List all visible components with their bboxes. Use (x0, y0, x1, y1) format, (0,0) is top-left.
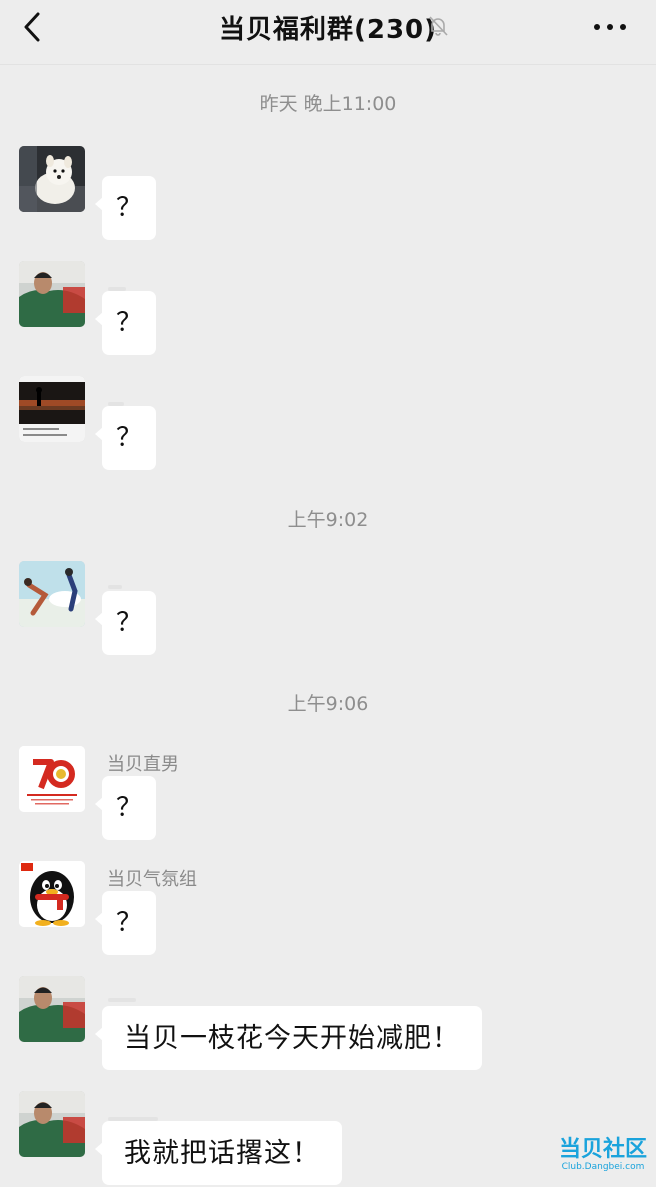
bell-off-icon (429, 16, 448, 36)
watermark-url: Club.Dangbei.com (561, 1162, 645, 1172)
anniversary-70-logo-image (19, 746, 85, 812)
timestamp: 昨天 晚上11:00 (259, 93, 397, 115)
hidden-sender-name (108, 585, 122, 589)
man-green-jacket-avatar-image (19, 1091, 85, 1157)
avatar[interactable] (19, 976, 85, 1042)
message-bubble[interactable]: ？ (95, 891, 156, 955)
chat-title: 当贝福利群(230) (218, 15, 438, 45)
sender-name: 当贝气氛组 (107, 869, 197, 890)
avatar[interactable] (19, 261, 85, 327)
more-dots-icon (594, 24, 626, 30)
message-bubble[interactable]: ？ (95, 176, 156, 240)
avatar[interactable] (19, 376, 85, 442)
timestamp: 上午9:06 (287, 693, 369, 715)
man-green-jacket-avatar-image (19, 976, 85, 1042)
hidden-sender-name (108, 998, 136, 1002)
avatar[interactable] (19, 1091, 85, 1157)
message-bubble[interactable]: ？ (95, 591, 156, 655)
avatar[interactable] (19, 561, 85, 627)
message-bubble[interactable]: ？ (95, 776, 156, 840)
man-green-jacket-avatar-image (19, 261, 85, 327)
sunset-silhouette-avatar-image (19, 376, 85, 442)
message-bubble[interactable]: ？ (95, 291, 156, 355)
dog-photo-avatar-image (19, 146, 85, 212)
more-options-button[interactable] (588, 10, 632, 44)
chat-header: 当贝福利群(230) (0, 0, 656, 65)
qq-penguin-avatar-image (19, 861, 85, 927)
message-bubble[interactable]: ？ (95, 406, 156, 470)
avatar[interactable] (19, 146, 85, 212)
avatar[interactable] (19, 861, 85, 927)
martial-arts-avatar-image (19, 561, 85, 627)
site-watermark: 当贝社区 Club.Dangbei.com (558, 1138, 648, 1173)
message-bubble[interactable]: 当贝一枝花今天开始减肥！ (95, 1006, 482, 1070)
timestamp: 上午9:02 (287, 509, 369, 531)
sender-name: 当贝直男 (107, 754, 179, 775)
avatar[interactable] (19, 746, 85, 812)
message-bubble[interactable]: 我就把话撂这！ (95, 1121, 342, 1185)
watermark-title: 当贝社区 (558, 1137, 647, 1162)
